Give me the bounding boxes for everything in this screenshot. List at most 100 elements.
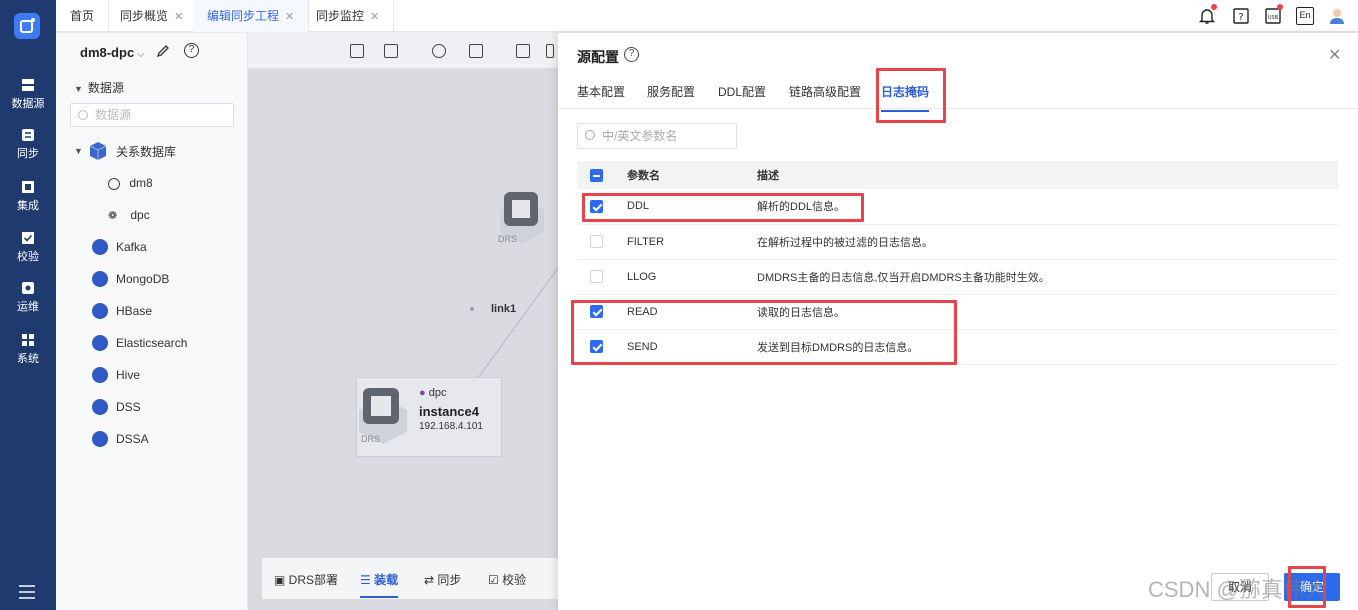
help-circle-icon[interactable]: ? <box>184 43 199 58</box>
rail-item-system[interactable]: 系统 <box>0 331 56 375</box>
dssa-icon <box>92 431 108 447</box>
param-table: 参数名 描述 DDL 解析的DDL信息。 FILTER 在解析过程中的被过滤的日… <box>577 161 1338 365</box>
tree-node-hbase[interactable]: HBase <box>92 303 152 319</box>
load-icon: ☰ <box>360 573 375 587</box>
row-checkbox[interactable] <box>590 199 603 213</box>
tab-service-config[interactable]: 服务配置 <box>647 83 695 100</box>
tab-edit-project[interactable]: 编辑同步工程 ✕ <box>193 0 310 32</box>
close-icon[interactable]: ✕ <box>174 11 183 23</box>
tab-log-mask[interactable]: 日志掩码 <box>881 83 930 112</box>
watermark: CSDN @猕真伟大 <box>1148 577 1327 602</box>
tree-node-mongodb[interactable]: MongoDB <box>92 271 169 287</box>
tree-node-label: Hive <box>116 368 141 382</box>
tab-bar: 首页 同步概览 ✕ 编辑同步工程 ✕ 同步监控 ✕ ? USB En <box>56 0 1358 32</box>
help-circle-icon[interactable]: ? <box>624 47 639 62</box>
row-checkbox[interactable] <box>590 235 603 248</box>
btab-drs-deploy[interactable]: ▣ DRS部署 <box>274 571 338 588</box>
btab-sync[interactable]: ⇄ 同步 <box>424 571 461 588</box>
table-row[interactable]: SEND 发送到目标DMDRS的日志信息。 <box>577 329 1338 365</box>
instance-node-target[interactable]: DRS ● dpc instance4 192.168.4.101 <box>356 377 502 457</box>
table-row[interactable]: FILTER 在解析过程中的被过滤的日志信息。 <box>577 224 1338 260</box>
instance-name: instance4 <box>419 404 479 419</box>
btab-check[interactable]: ☑ 校验 <box>488 571 526 588</box>
collapse-menu-icon[interactable] <box>18 584 36 600</box>
table-row[interactable]: READ 读取的日志信息。 <box>577 294 1338 330</box>
cube-icon <box>89 142 107 160</box>
param-name: LLOG <box>617 259 757 295</box>
table-row[interactable]: LLOG DMDRS主备的日志信息,仅当开启DMDRS主备功能时生效。 <box>577 259 1338 295</box>
tree-node-hive[interactable]: Hive <box>92 367 141 383</box>
btab-load[interactable]: ☰ 装载 <box>360 571 399 598</box>
tab-ddl-config[interactable]: DDL配置 <box>718 83 766 100</box>
link-dot <box>470 307 474 311</box>
hbase-icon <box>92 303 108 319</box>
rail-label: 同步 <box>17 148 39 160</box>
rail-label: 集成 <box>17 200 39 212</box>
close-icon[interactable]: ✕ <box>285 11 294 23</box>
tree-search-placeholder: 数据源 <box>95 108 132 122</box>
row-checkbox[interactable] <box>590 270 603 283</box>
edit-icon[interactable] <box>156 44 170 58</box>
tree-node-label: Elasticsearch <box>116 336 188 350</box>
tab-sync-monitor[interactable]: 同步监控 ✕ <box>302 0 395 32</box>
app-logo-icon[interactable] <box>14 13 40 39</box>
tab-basic-config[interactable]: 基本配置 <box>577 83 625 100</box>
tree-node-elasticsearch[interactable]: Elasticsearch <box>92 335 188 351</box>
param-desc: DMDRS主备的日志信息,仅当开启DMDRS主备功能时生效。 <box>757 259 1338 295</box>
language-switch[interactable]: En <box>1296 7 1314 25</box>
select-all-checkbox[interactable] <box>590 168 603 182</box>
rail-item-datasource[interactable]: 数据源 <box>0 76 56 120</box>
link-label[interactable]: link1 <box>491 303 516 315</box>
tree-search-input[interactable]: 数据源 <box>70 103 234 127</box>
ops-icon <box>22 282 34 294</box>
tree-node-kafka[interactable]: Kafka <box>92 239 147 255</box>
tree-node-dpc[interactable]: ❁ dpc <box>108 208 150 222</box>
rail-item-check[interactable]: 校验 <box>0 229 56 273</box>
table-row[interactable]: DDL 解析的DDL信息。 <box>577 189 1338 225</box>
btab-label: 同步 <box>437 573 462 587</box>
user-avatar-icon[interactable] <box>1328 7 1346 25</box>
tab-link-advanced[interactable]: 链路高级配置 <box>789 83 861 100</box>
swap-icon: ⇄ <box>424 573 438 587</box>
param-desc: 在解析过程中的被过滤的日志信息。 <box>757 224 1338 260</box>
kafka-icon <box>92 239 108 255</box>
project-name[interactable]: dm8-dpc ⌵ <box>80 45 145 60</box>
drawer-title: 源配置 <box>577 49 619 65</box>
canvas-bottom-tabs: ▣ DRS部署 ☰ 装载 ⇄ 同步 ☑ 校验 <box>262 557 558 599</box>
elasticsearch-icon <box>92 335 108 351</box>
close-icon[interactable]: ✕ <box>1328 45 1341 65</box>
tree-node-dm8[interactable]: dm8 <box>108 176 153 190</box>
rail-label: 校验 <box>17 251 39 263</box>
tree-section-datasource[interactable]: ▼ 数据源 <box>74 79 124 96</box>
row-check-cell <box>577 189 617 225</box>
row-checkbox[interactable] <box>590 305 603 318</box>
tab-label: 首页 <box>70 9 95 23</box>
param-name: DDL <box>617 189 757 225</box>
instance-node-source[interactable]: DRS <box>488 180 558 250</box>
chevron-down-icon[interactable]: ⌵ <box>134 49 145 60</box>
param-name: READ <box>617 294 757 330</box>
tab-sync-overview[interactable]: 同步概览 ✕ <box>106 0 199 32</box>
dss-icon <box>92 399 108 415</box>
tree-node-dss[interactable]: DSS <box>92 399 141 415</box>
table-header-row: 参数名 描述 <box>577 161 1338 189</box>
rail-item-ops[interactable]: 运维 <box>0 279 56 323</box>
close-icon[interactable]: ✕ <box>370 11 379 23</box>
rail-item-sync[interactable]: 同步 <box>0 126 56 170</box>
col-description: 描述 <box>757 161 1338 189</box>
tree-node-dssa[interactable]: DSSA <box>92 431 149 447</box>
search-icon <box>78 110 88 120</box>
link-lines <box>437 267 558 434</box>
row-checkbox[interactable] <box>590 340 603 353</box>
param-search-input[interactable]: 中/英文参数名 <box>577 123 737 149</box>
usb-dot <box>1277 4 1283 10</box>
tree-node-relational[interactable]: ▼ 关系数据库 <box>74 142 176 160</box>
rail-item-integration[interactable]: 集成 <box>0 178 56 222</box>
instance-db: ● dpc <box>419 387 446 399</box>
check-icon <box>22 232 34 244</box>
tree-node-label: DSS <box>116 400 141 414</box>
notification-dot <box>1211 4 1217 10</box>
help-icon[interactable]: ? <box>1232 7 1250 25</box>
tab-home[interactable]: 首页 <box>56 0 110 32</box>
row-check-cell <box>577 329 617 365</box>
